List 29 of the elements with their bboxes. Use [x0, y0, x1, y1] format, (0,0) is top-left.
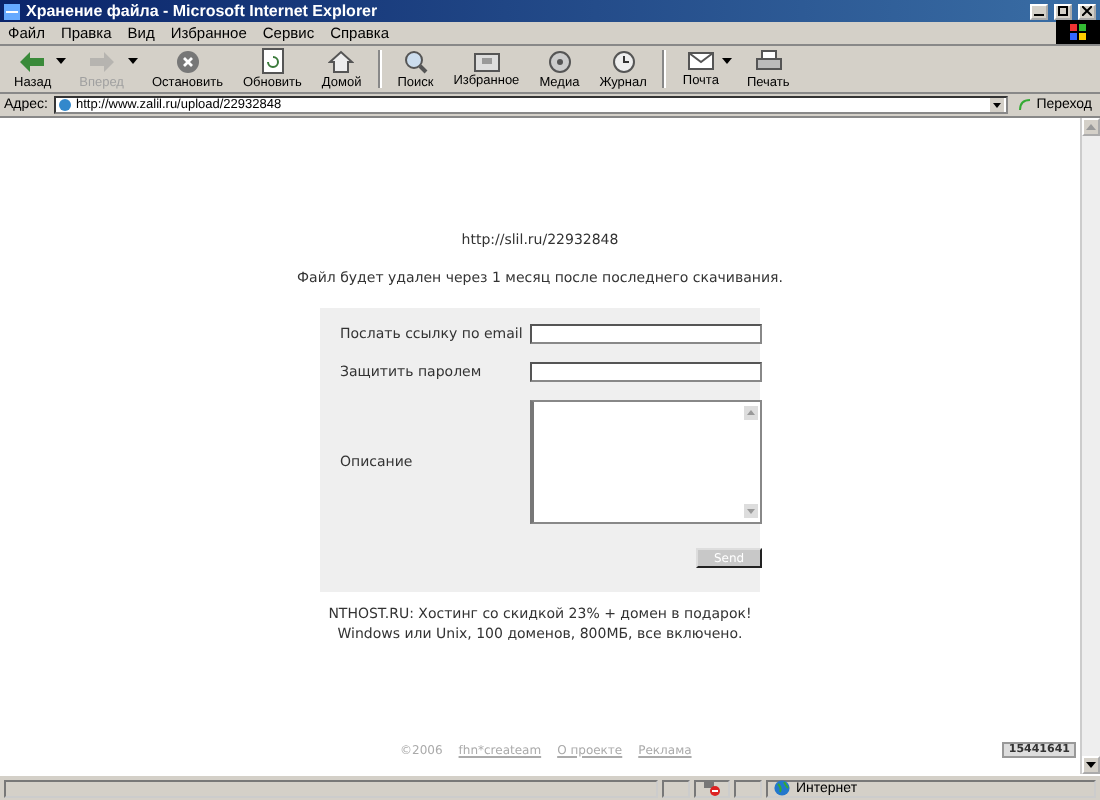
page-refresh-icon: [261, 48, 284, 74]
minimize-button[interactable]: [1030, 3, 1048, 19]
maximize-button[interactable]: [1054, 3, 1072, 19]
text-field[interactable]: [530, 324, 762, 344]
text-field[interactable]: [530, 362, 762, 382]
browser-icon: [4, 3, 20, 19]
printer-icon: [755, 49, 782, 73]
close-button[interactable]: [1078, 3, 1096, 19]
arrow-left-icon: [18, 49, 47, 73]
caret-icon[interactable]: [990, 98, 1005, 112]
maximize-icon: [1058, 6, 1068, 16]
globe-icon: [774, 780, 790, 796]
scrollbar[interactable]: [1080, 118, 1100, 774]
house-icon: [328, 49, 355, 73]
folder-icon: [473, 50, 500, 72]
windows-logo-icon: [1056, 20, 1100, 44]
search-icon: [403, 49, 428, 73]
blocked-icon: [704, 780, 720, 796]
clock-icon: [611, 49, 636, 73]
media-icon: [547, 49, 572, 73]
window-title: Хранение файла - Microsoft Internet Explorer: [26, 2, 380, 20]
envelope-icon: [687, 50, 714, 72]
close-icon: [1082, 6, 1092, 16]
arrow-right-icon: [87, 49, 116, 73]
scroll-down-icon[interactable]: [1086, 762, 1096, 768]
caret-icon[interactable]: [722, 58, 733, 64]
caret-icon[interactable]: [55, 58, 66, 64]
stop-icon: [175, 49, 200, 73]
page-icon: [57, 98, 72, 112]
